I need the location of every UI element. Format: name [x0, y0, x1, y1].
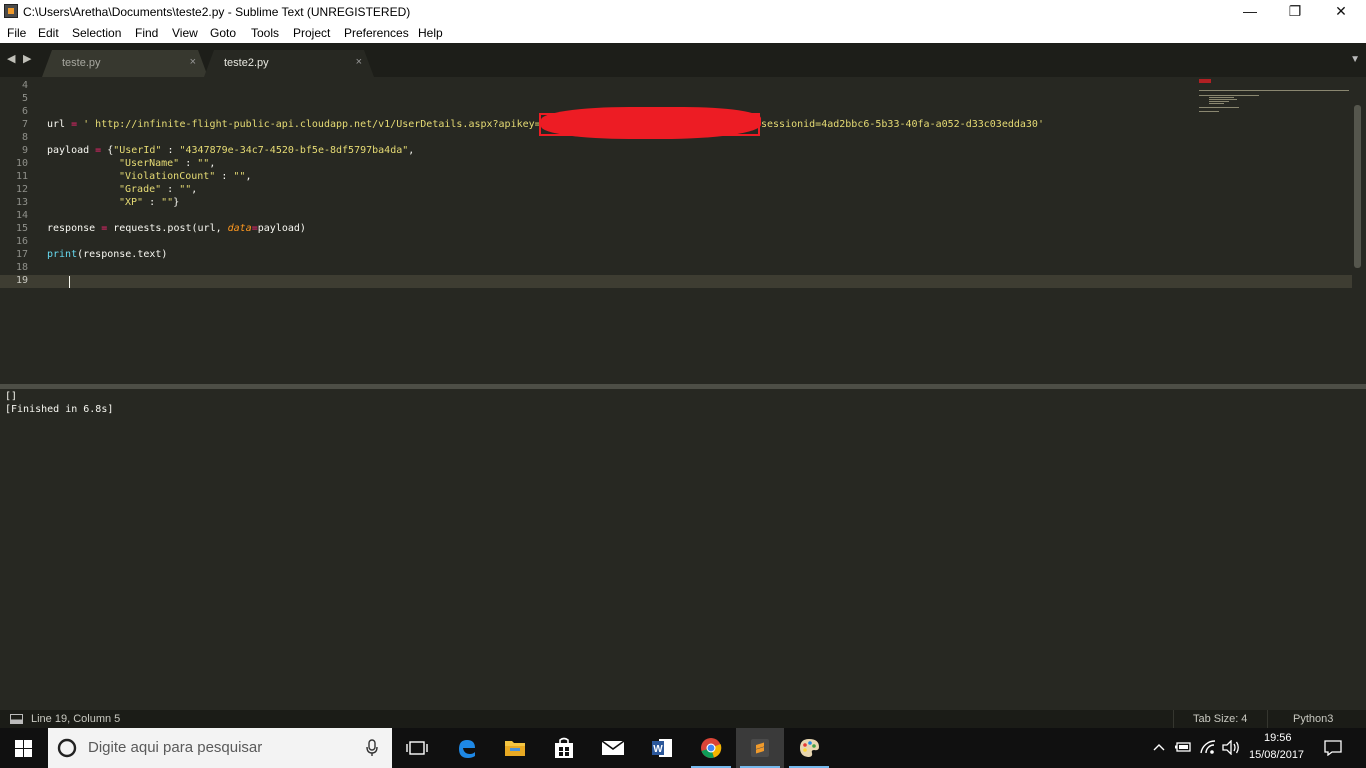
- edge-icon: [459, 740, 475, 758]
- line-number: 16: [15, 236, 28, 247]
- cursor-position: Line 19, Column 5: [31, 713, 121, 725]
- microphone-icon[interactable]: [366, 739, 378, 757]
- battery-icon[interactable]: [1174, 741, 1192, 753]
- line-number: 11: [15, 171, 28, 182]
- svg-text:W: W: [653, 744, 663, 755]
- code-line-10: "UserName" : "",: [119, 158, 216, 169]
- task-view-button[interactable]: [392, 728, 440, 768]
- forward-arrow-icon[interactable]: ▶: [23, 52, 31, 65]
- code-line-13: "XP" : ""}: [119, 197, 180, 208]
- close-button[interactable]: ✕: [1318, 0, 1364, 23]
- sublime-app-icon: [4, 4, 18, 18]
- line-number: 8: [21, 132, 28, 143]
- task-view-icon: [406, 741, 428, 755]
- code-line-7-tail: sessionid=4ad2bbc6-5b33-40fa-a052-d33c03…: [761, 119, 1044, 130]
- code-line-7: url = ' http://infinite-flight-public-ap…: [47, 119, 547, 130]
- word-icon: W: [652, 739, 672, 757]
- menu-preferences[interactable]: Preferences: [344, 26, 409, 40]
- tab-size-indicator[interactable]: Tab Size: 4: [1193, 713, 1247, 725]
- paint-button[interactable]: [785, 728, 833, 768]
- notifications-icon[interactable]: [1324, 740, 1342, 756]
- search-placeholder: Digite aqui para pesquisar: [88, 739, 263, 756]
- line-number: 10: [15, 158, 28, 169]
- menu-selection[interactable]: Selection: [72, 26, 121, 40]
- line-number-current: 19: [15, 275, 28, 286]
- tab-list-dropdown-icon[interactable]: ▼: [1350, 54, 1360, 65]
- line-number: 7: [21, 119, 28, 130]
- line-number: 18: [15, 262, 28, 273]
- code-editor[interactable]: 4 5 6 7 8 9 10 11 12 13 14 15 16 17 18 1…: [0, 77, 1366, 384]
- menu-edit[interactable]: Edit: [38, 26, 59, 40]
- line-number: 17: [15, 249, 28, 260]
- tab-teste2-py[interactable]: teste2.py ×: [204, 50, 374, 77]
- line-number: 6: [21, 106, 28, 117]
- panel-toggle-icon[interactable]: [10, 714, 23, 724]
- tab-label: teste2.py: [224, 57, 269, 69]
- chrome-icon: [701, 738, 722, 758]
- menu-project[interactable]: Project: [293, 26, 330, 40]
- store-bag-icon: [555, 737, 573, 758]
- sublime-text-icon: [751, 739, 769, 757]
- menu-find[interactable]: Find: [135, 26, 158, 40]
- line-number-gutter: 4 5 6 7 8 9 10 11 12 13 14 15 16 17 18 1…: [0, 77, 34, 384]
- tab-close-icon[interactable]: ×: [190, 56, 196, 68]
- line-number: 13: [15, 197, 28, 208]
- line-number: 4: [21, 80, 28, 91]
- title-bar: C:\Users\Aretha\Documents\teste2.py - Su…: [0, 0, 1366, 23]
- line-number: 14: [15, 210, 28, 221]
- line-number: 15: [15, 223, 28, 234]
- tab-label: teste.py: [62, 57, 101, 69]
- build-output-panel: [] [Finished in 6.8s]: [0, 389, 1366, 704]
- line-number: 9: [21, 145, 28, 156]
- sublime-text-button[interactable]: [736, 728, 784, 768]
- tab-close-icon[interactable]: ×: [356, 56, 362, 68]
- edge-browser-button[interactable]: [443, 728, 491, 768]
- code-line-9: payload = {"UserId" : "4347879e-34c7-452…: [47, 145, 415, 156]
- text-cursor: [69, 276, 70, 288]
- code-text: url = ' http://infinite-flight-public-ap…: [47, 77, 1044, 260]
- syntax-indicator[interactable]: Python3: [1293, 713, 1333, 725]
- chrome-button[interactable]: [687, 728, 735, 768]
- vertical-scrollbar[interactable]: [1354, 105, 1361, 268]
- taskbar-search-box[interactable]: Digite aqui para pesquisar: [48, 728, 392, 768]
- mail-envelope-icon: [601, 740, 625, 755]
- code-line-12: "Grade" : "",: [119, 184, 198, 195]
- clock-date[interactable]: 15/08/2017: [1249, 749, 1304, 761]
- menu-view[interactable]: View: [172, 26, 198, 40]
- maximize-button[interactable]: ❐: [1272, 0, 1318, 23]
- store-button[interactable]: [540, 728, 588, 768]
- windows-start-icon[interactable]: [15, 740, 32, 757]
- cortana-circle-icon: [57, 738, 77, 758]
- code-line-15: response = requests.post(url, data=paylo…: [47, 223, 306, 234]
- redaction-outline: [539, 113, 760, 136]
- windows-taskbar: Digite aqui para pesquisar W 19:56 15/08…: [0, 728, 1366, 768]
- back-arrow-icon[interactable]: ◀: [7, 52, 15, 65]
- code-line-17: print(response.text): [47, 249, 168, 260]
- menu-help[interactable]: Help: [418, 26, 443, 40]
- mail-button[interactable]: [589, 728, 637, 768]
- paint-palette-icon: [800, 739, 819, 757]
- line-number: 5: [21, 93, 28, 104]
- tab-teste-py[interactable]: teste.py ×: [42, 50, 208, 77]
- clock-time[interactable]: 19:56: [1264, 732, 1292, 744]
- menu-bar: File Edit Selection Find View Goto Tools…: [0, 23, 1366, 43]
- window-title: C:\Users\Aretha\Documents\teste2.py - Su…: [23, 5, 411, 19]
- menu-goto[interactable]: Goto: [210, 26, 236, 40]
- menu-tools[interactable]: Tools: [251, 26, 279, 40]
- volume-icon[interactable]: [1222, 740, 1240, 755]
- folder-icon: [505, 741, 525, 756]
- minimize-button[interactable]: —: [1227, 0, 1273, 23]
- output-line: [Finished in 6.8s]: [5, 404, 114, 415]
- current-line-highlight: [0, 275, 1352, 288]
- menu-file[interactable]: File: [7, 26, 26, 40]
- file-explorer-button[interactable]: [491, 728, 539, 768]
- minimap[interactable]: [1199, 79, 1349, 119]
- line-number: 12: [15, 184, 28, 195]
- wifi-icon[interactable]: [1199, 739, 1217, 755]
- word-button[interactable]: W: [638, 728, 686, 768]
- status-bar: Line 19, Column 5 Tab Size: 4 Python3: [0, 710, 1366, 728]
- output-line: []: [5, 391, 18, 402]
- chevron-up-icon[interactable]: [1153, 743, 1165, 751]
- code-line-11: "ViolationCount" : "",: [119, 171, 252, 182]
